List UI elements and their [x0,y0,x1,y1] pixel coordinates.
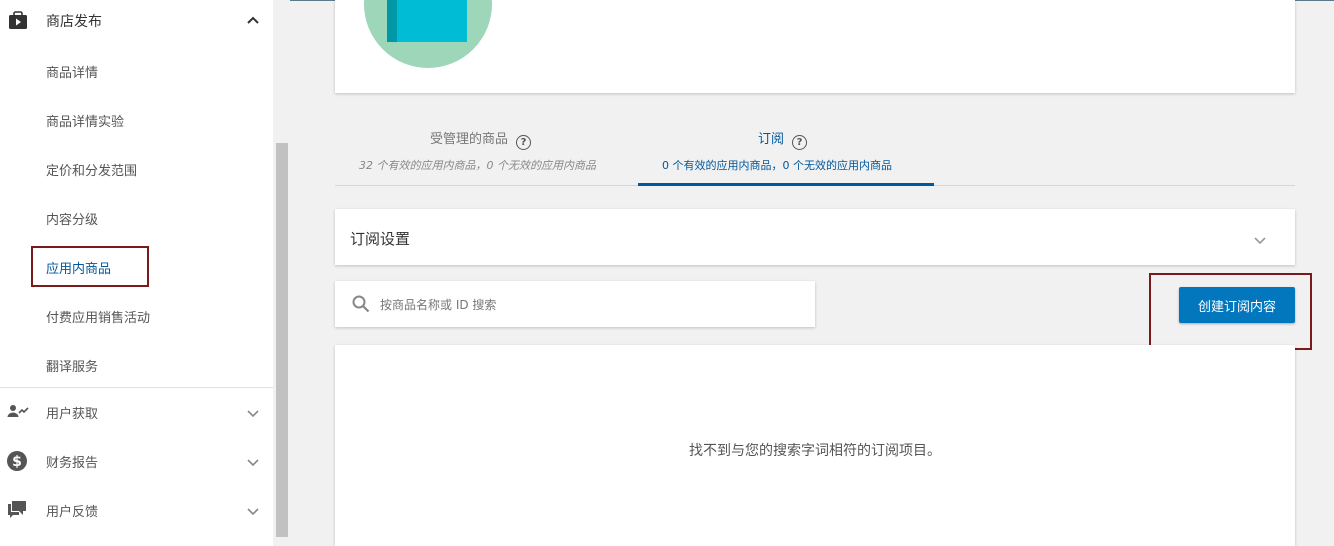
tab-title-text: 受管理的商品 [430,132,509,147]
sidebar-item-financial-reports[interactable]: $ 财务报告 [0,439,273,479]
sidebar-item-content-rating[interactable]: 内容分级 [46,209,98,228]
dollar-icon: $ [7,450,29,471]
feedback-icon [7,499,29,519]
sidebar: 商店发布 商品详情 商品详情实验 定价和分发范围 内容分级 应用内商品 付费应用… [0,0,273,546]
tab-managed-products[interactable]: 受管理的商品? 32 个有效的应用内商品，0 个无效的应用内商品 [335,117,638,185]
highlight-box-create-button [1149,273,1312,350]
sidebar-item-label: 财务报告 [46,456,99,471]
chevron-down-icon[interactable] [245,405,261,418]
highlight-box-in-app-products [31,246,149,287]
chevron-down-icon[interactable] [245,503,261,516]
chevron-down-icon[interactable] [1253,231,1267,245]
sidebar-scrollbar-thumb[interactable] [276,143,288,537]
subscription-results-panel: 找不到与您的搜索字词相符的订阅项目。 [335,345,1295,546]
product-type-tabs: 受管理的商品? 32 个有效的应用内商品，0 个无效的应用内商品 订阅? 0 个… [335,117,1295,186]
sidebar-item-translation-service[interactable]: 翻译服务 [46,356,98,375]
sidebar-item-store-listing-experiments[interactable]: 商品详情实验 [46,111,124,130]
search-input[interactable] [378,293,802,317]
chevron-down-icon[interactable] [245,454,261,467]
app-graphic-card [335,0,1295,93]
subscription-settings-title: 订阅设置 [350,230,411,248]
tab-title: 订阅? [758,128,808,150]
sidebar-item-store-listing[interactable]: 商品详情 [46,62,98,81]
product-search-box [335,281,815,327]
search-icon [352,295,370,313]
sidebar-section-store-presence[interactable]: 商店发布 [0,0,273,40]
sidebar-section-label: 商店发布 [46,14,102,30]
play-store-bag-icon [8,10,28,30]
tab-title: 受管理的商品? [430,128,532,150]
subscription-settings-panel[interactable]: 订阅设置 [335,209,1295,265]
sidebar-item-user-feedback[interactable]: 用户反馈 [0,488,273,528]
empty-results-message: 找不到与您的搜索字词相符的订阅项目。 [689,443,941,459]
user-acquisition-icon [7,401,29,421]
help-icon[interactable]: ? [792,135,808,150]
sidebar-divider [0,387,273,388]
sidebar-item-user-acquisition[interactable]: 用户获取 [0,390,273,430]
sidebar-item-paid-app-promotions[interactable]: 付费应用销售活动 [46,307,150,326]
sidebar-item-label: 用户反馈 [46,505,99,520]
tab-subscriptions[interactable]: 订阅? 0 个有效的应用内商品，0 个无效的应用内商品 [638,117,934,186]
sidebar-item-label: 用户获取 [46,407,99,422]
chevron-up-icon[interactable] [245,12,261,28]
svg-text:$: $ [12,454,22,470]
active-tab-indicator [638,183,934,186]
tab-title-text: 订阅 [758,132,785,147]
sidebar-item-pricing-distribution[interactable]: 定价和分发范围 [46,160,137,179]
help-icon[interactable]: ? [516,135,532,150]
tab-subtitle: 0 个有效的应用内商品，0 个无效的应用内商品 [662,159,892,172]
tab-subtitle: 32 个有效的应用内商品，0 个无效的应用内商品 [359,159,596,172]
app-feature-graphic [364,0,492,68]
